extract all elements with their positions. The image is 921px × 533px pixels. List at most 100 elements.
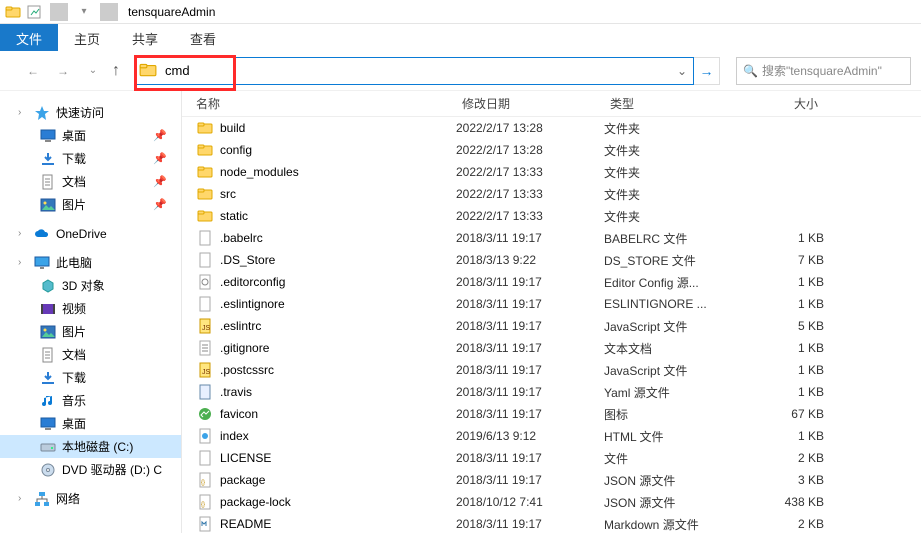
file-type: HTML 文件 xyxy=(604,428,754,445)
js-icon: JS xyxy=(196,361,214,379)
file-size: 1 KB xyxy=(754,385,824,399)
column-header-size[interactable]: 大小 xyxy=(754,95,824,112)
file-name: .postcssrc xyxy=(220,363,274,377)
column-header-name[interactable]: 名称 xyxy=(196,95,456,112)
file-type: Yaml 源文件 xyxy=(604,384,754,401)
file-type: Editor Config 源... xyxy=(604,274,754,291)
sidebar-item[interactable]: 下载 xyxy=(0,366,181,389)
sidebar-item-label: 音乐 xyxy=(62,392,86,409)
file-row[interactable]: JS.eslintrc2018/3/11 19:17JavaScript 文件5… xyxy=(182,315,921,337)
sidebar-item[interactable]: 3D 对象 xyxy=(0,274,181,297)
sidebar-item[interactable]: 桌面 xyxy=(0,412,181,435)
file-icon xyxy=(196,251,214,269)
file-row[interactable]: static2022/2/17 13:33文件夹 xyxy=(182,205,921,227)
main: ›快速访问桌面📌下载📌文档📌图片📌›OneDrive›此电脑3D 对象视频图片文… xyxy=(0,91,921,533)
sidebar-item-label: 本地磁盘 (C:) xyxy=(62,438,133,455)
file-name: .eslintignore xyxy=(220,297,285,311)
file-row[interactable]: build2022/2/17 13:28文件夹 xyxy=(182,117,921,139)
file-row[interactable]: .babelrc2018/3/11 19:17BABELRC 文件1 KB xyxy=(182,227,921,249)
svg-text:{}: {} xyxy=(201,502,205,508)
file-row[interactable]: .editorconfig2018/3/11 19:17Editor Confi… xyxy=(182,271,921,293)
search-box[interactable]: 🔍 搜索"tensquareAdmin" xyxy=(736,57,911,85)
file-row[interactable]: JS.postcssrc2018/3/11 19:17JavaScript 文件… xyxy=(182,359,921,381)
forward-button[interactable]: → xyxy=(52,60,74,82)
file-name: LICENSE xyxy=(220,451,271,465)
file-type: BABELRC 文件 xyxy=(604,230,754,247)
column-header-type[interactable]: 类型 xyxy=(604,95,754,112)
sidebar-item[interactable]: 文档 xyxy=(0,343,181,366)
separator xyxy=(50,3,68,21)
column-header-date[interactable]: 修改日期 xyxy=(456,95,604,112)
svg-text:JS: JS xyxy=(202,325,211,332)
sidebar-heading-label: 此电脑 xyxy=(56,254,92,271)
folder-icon xyxy=(196,207,214,225)
sidebar-item[interactable]: 视频 xyxy=(0,297,181,320)
back-button[interactable]: ← xyxy=(22,60,44,82)
navbar: ← → ⌄ ↑ ⌄ → 🔍 搜索"tensquareAdmin" xyxy=(0,51,921,91)
sidebar-heading[interactable]: ›快速访问 xyxy=(0,101,181,124)
file-row[interactable]: favicon2018/3/11 19:17图标67 KB xyxy=(182,403,921,425)
json-icon: {} xyxy=(196,493,214,511)
file-type: Markdown 源文件 xyxy=(604,516,754,533)
3d-icon xyxy=(40,278,56,294)
sidebar-item[interactable]: 下载📌 xyxy=(0,147,181,170)
sidebar-item[interactable]: 图片 xyxy=(0,320,181,343)
address-bar[interactable]: ⌄ xyxy=(134,57,694,85)
sidebar-item[interactable]: 音乐 xyxy=(0,389,181,412)
file-row[interactable]: config2022/2/17 13:28文件夹 xyxy=(182,139,921,161)
sidebar-heading[interactable]: ›OneDrive xyxy=(0,222,181,245)
tab-share[interactable]: 共享 xyxy=(116,24,174,51)
folder-icon xyxy=(196,141,214,159)
sidebar-item[interactable]: 文档📌 xyxy=(0,170,181,193)
file-row[interactable]: index2019/6/13 9:12HTML 文件1 KB xyxy=(182,425,921,447)
config-icon xyxy=(196,273,214,291)
down-chevron-icon[interactable]: ▾ xyxy=(75,3,93,21)
file-row[interactable]: {}package-lock2018/10/12 7:41JSON 源文件438… xyxy=(182,491,921,513)
file-name: static xyxy=(220,209,248,223)
file-type: DS_STORE 文件 xyxy=(604,252,754,269)
file-size: 1 KB xyxy=(754,231,824,245)
file-date: 2018/3/11 19:17 xyxy=(456,231,604,245)
sidebar-heading[interactable]: ›此电脑 xyxy=(0,251,181,274)
up-button[interactable]: ↑ xyxy=(112,62,120,80)
file-row[interactable]: README2018/3/11 19:17Markdown 源文件2 KB xyxy=(182,513,921,533)
file-size: 5 KB xyxy=(754,319,824,333)
file-row[interactable]: src2022/2/17 13:33文件夹 xyxy=(182,183,921,205)
tab-view[interactable]: 查看 xyxy=(174,24,232,51)
quick-access-toolbar: ▾ xyxy=(4,3,122,21)
sidebar-item[interactable]: 图片📌 xyxy=(0,193,181,216)
sidebar-item[interactable]: DVD 驱动器 (D:) C xyxy=(0,458,181,481)
file-name: .DS_Store xyxy=(220,253,275,267)
sidebar-item[interactable]: 本地磁盘 (C:) xyxy=(0,435,181,458)
tab-file[interactable]: 文件 xyxy=(0,24,58,51)
sidebar-heading[interactable]: ›网络 xyxy=(0,487,181,510)
star-icon xyxy=(34,105,50,121)
tab-home[interactable]: 主页 xyxy=(58,24,116,51)
file-row[interactable]: .DS_Store2018/3/13 9:22DS_STORE 文件7 KB xyxy=(182,249,921,271)
file-row[interactable]: .travis2018/3/11 19:17Yaml 源文件1 KB xyxy=(182,381,921,403)
file-size: 1 KB xyxy=(754,297,824,311)
sidebar-item-label: 下载 xyxy=(62,150,86,167)
address-dropdown-icon[interactable]: ⌄ xyxy=(671,64,693,78)
file-name: package xyxy=(220,473,265,487)
file-row[interactable]: .eslintignore2018/3/11 19:17ESLINTIGNORE… xyxy=(182,293,921,315)
file-row[interactable]: node_modules2022/2/17 13:33文件夹 xyxy=(182,161,921,183)
sidebar-item-label: 桌面 xyxy=(62,415,86,432)
file-row[interactable]: LICENSE2018/3/11 19:17文件2 KB xyxy=(182,447,921,469)
favicon-icon xyxy=(196,405,214,423)
file-row[interactable]: .gitignore2018/3/11 19:17文本文档1 KB xyxy=(182,337,921,359)
properties-icon[interactable] xyxy=(25,3,43,21)
file-date: 2022/2/17 13:28 xyxy=(456,121,604,135)
file-date: 2022/2/17 13:33 xyxy=(456,209,604,223)
sidebar-item-label: 图片 xyxy=(62,323,86,340)
sidebar-item[interactable]: 桌面📌 xyxy=(0,124,181,147)
file-row[interactable]: {}package2018/3/11 19:17JSON 源文件3 KB xyxy=(182,469,921,491)
file-size: 67 KB xyxy=(754,407,824,421)
titlebar: ▾ tensquareAdmin xyxy=(0,0,921,24)
folder-icon xyxy=(196,119,214,137)
video-icon xyxy=(40,301,56,317)
sidebar-item-label: 文档 xyxy=(62,173,86,190)
address-input[interactable] xyxy=(163,61,671,80)
recent-dropdown[interactable]: ⌄ xyxy=(82,60,104,82)
go-button[interactable]: → xyxy=(694,57,720,85)
